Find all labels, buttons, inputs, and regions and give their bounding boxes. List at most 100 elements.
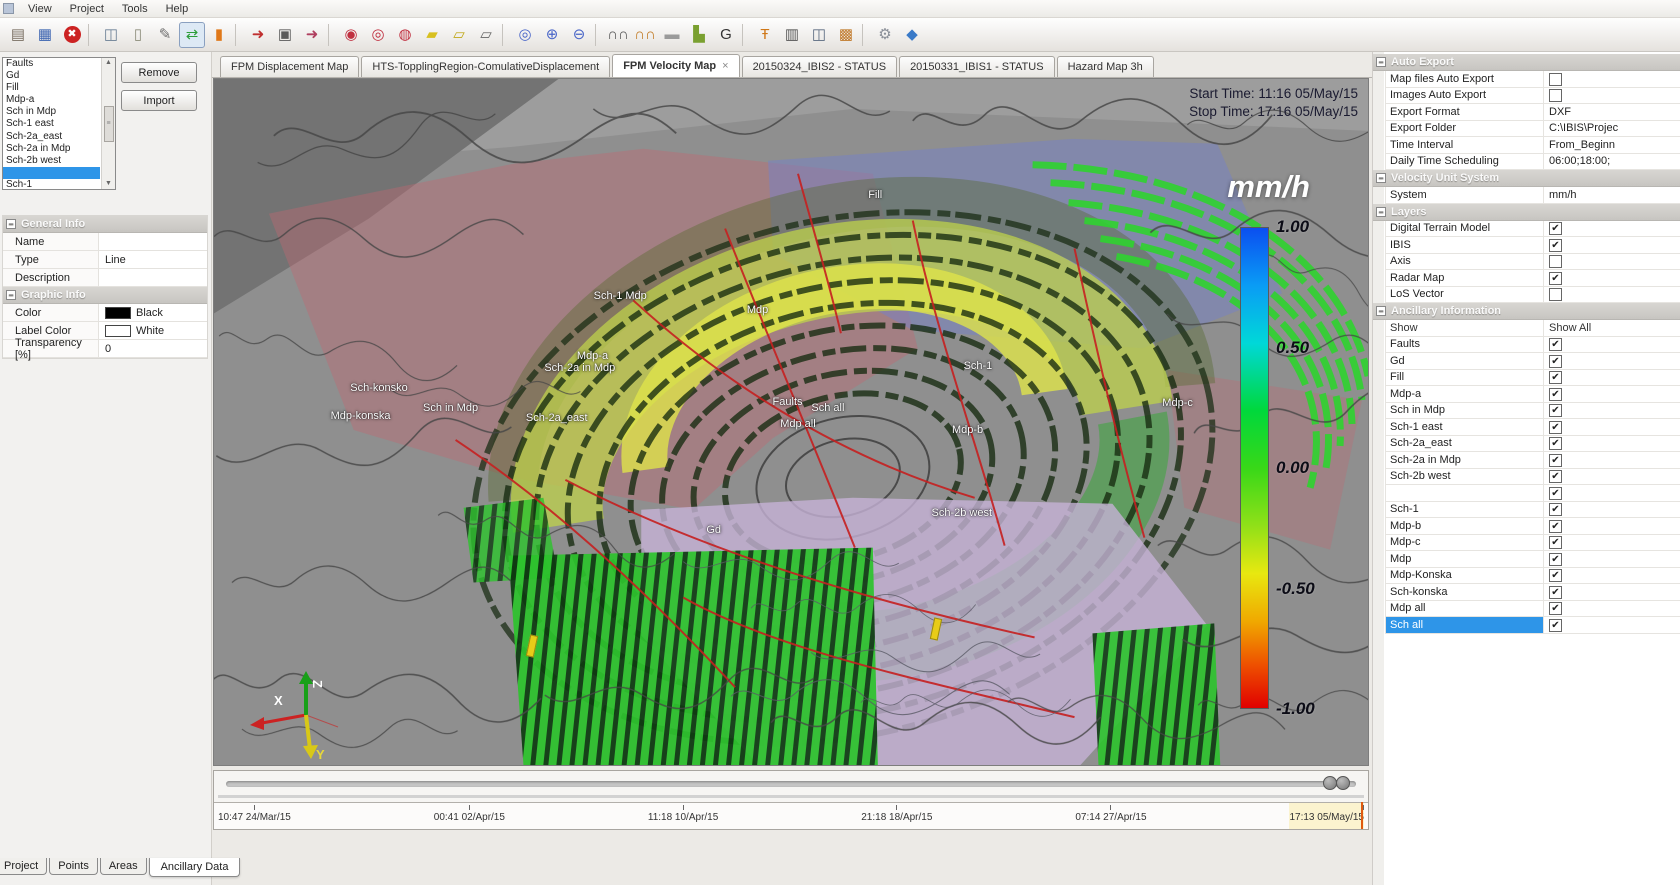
collapse-icon[interactable] <box>1376 173 1386 183</box>
settings-value[interactable] <box>1562 353 1680 369</box>
layer-list-item[interactable]: Gd <box>3 70 100 82</box>
checkbox[interactable] <box>1549 536 1562 549</box>
settings-row[interactable]: Mdp-Konska <box>1385 568 1680 585</box>
checkbox[interactable] <box>1549 404 1562 417</box>
select-g-icon[interactable]: G <box>713 22 739 48</box>
checkbox[interactable] <box>1549 288 1562 301</box>
zoom-select-icon[interactable]: ◎ <box>512 22 538 48</box>
layer-list-item[interactable]: Sch-1 <box>3 179 100 190</box>
area-outline-icon[interactable]: ▱ <box>473 22 499 48</box>
edit-document-icon[interactable]: ✎ <box>152 22 178 48</box>
checkbox[interactable] <box>1549 239 1562 252</box>
property-row[interactable]: Transparency [%] 0 <box>3 340 207 358</box>
settings-value[interactable] <box>1562 71 1680 87</box>
list-scrollbar[interactable] <box>101 58 115 189</box>
settings-value[interactable] <box>1562 617 1680 633</box>
add-point-icon[interactable]: ◉ <box>338 22 364 48</box>
property-value[interactable]: Line <box>99 251 207 268</box>
property-value[interactable]: White <box>99 322 207 339</box>
draw-area-icon[interactable]: ▰ <box>419 22 445 48</box>
section-header[interactable]: Velocity Unit System <box>1373 170 1680 187</box>
zoom-in-icon[interactable]: ⊕ <box>539 22 565 48</box>
settings-row[interactable]: Sch-1 <box>1385 502 1680 519</box>
checkbox[interactable] <box>1549 437 1562 450</box>
bottom-tab[interactable]: Points <box>49 858 98 875</box>
export-image-icon[interactable]: ➜ <box>299 22 325 48</box>
settings-row[interactable]: Mdp-c <box>1385 535 1680 552</box>
map-viewport[interactable]: FillSch-1 MdpMdpMdp-aSch-2a in MdpSch-1S… <box>213 78 1369 766</box>
menu-item[interactable]: View <box>19 1 61 17</box>
property-row[interactable]: Name <box>3 233 207 251</box>
checkbox[interactable] <box>1549 569 1562 582</box>
print-preview-icon[interactable]: ◫ <box>98 22 124 48</box>
menu-item[interactable]: Help <box>157 1 198 17</box>
timeline-handle-start[interactable] <box>1323 776 1337 790</box>
property-value[interactable]: 0 <box>99 340 207 357</box>
save-icon[interactable]: ▦ <box>32 22 58 48</box>
checkbox[interactable] <box>1549 222 1562 235</box>
help-diamond-icon[interactable]: ◆ <box>899 22 925 48</box>
timeline-track[interactable] <box>226 781 1356 787</box>
property-value[interactable] <box>99 269 207 286</box>
ancillary-layer-list[interactable]: FaultsGdFillMdp-aSch in MdpSch-1 eastSch… <box>2 57 116 190</box>
settings-value[interactable] <box>1562 254 1680 270</box>
settings-row[interactable]: Sch-konska <box>1385 584 1680 601</box>
scroll-up-icon[interactable] <box>105 59 112 67</box>
color-scale-icon[interactable]: ▮ <box>206 22 232 48</box>
binoculars-icon[interactable]: ∩∩ <box>605 22 631 48</box>
settings-row[interactable]: Sch-2a in Mdp <box>1385 452 1680 469</box>
scroll-down-icon[interactable] <box>105 180 112 188</box>
document-tab[interactable]: HTS-TopplingRegion-ComulativeDisplacemen… <box>361 56 610 77</box>
tab-close-icon[interactable]: × <box>722 60 728 72</box>
checkbox[interactable] <box>1549 470 1562 483</box>
settings-value[interactable]: mm/h <box>1544 187 1680 203</box>
settings-row[interactable]: Mdp-b <box>1385 518 1680 535</box>
settings-row[interactable]: Mdp all <box>1385 601 1680 618</box>
settings-value[interactable] <box>1562 370 1680 386</box>
settings-value[interactable] <box>1562 452 1680 468</box>
checkbox[interactable] <box>1549 586 1562 599</box>
settings-row[interactable]: Daily Time Scheduling 06:00;18:00; <box>1385 154 1680 171</box>
document-tab[interactable]: 20150331_IBIS1 - STATUS <box>899 56 1055 77</box>
bottom-tab[interactable]: Areas <box>100 858 147 875</box>
layer-list-item[interactable]: Sch-1 east <box>3 118 100 130</box>
settings-value[interactable]: 06:00;18:00; <box>1544 154 1680 170</box>
radar-device-icon[interactable]: ▣ <box>272 22 298 48</box>
settings-value[interactable] <box>1562 386 1680 402</box>
checkbox[interactable] <box>1549 89 1562 102</box>
settings-row[interactable]: Time Interval From_Beginn <box>1385 137 1680 154</box>
settings-row[interactable]: Sch-1 east <box>1385 419 1680 436</box>
clipboard-icon[interactable]: ▯ <box>125 22 151 48</box>
measure-icon[interactable]: Ŧ <box>752 22 778 48</box>
checkbox[interactable] <box>1549 338 1562 351</box>
settings-row[interactable]: Sch in Mdp <box>1385 403 1680 420</box>
settings-row[interactable] <box>1385 485 1680 502</box>
property-row[interactable]: Description <box>3 269 207 287</box>
binoculars-add-icon[interactable]: ∩∩ <box>632 22 658 48</box>
collapse-icon[interactable] <box>6 219 16 229</box>
settings-value[interactable] <box>1562 337 1680 353</box>
timeline-ruler[interactable]: 10:47 24/Mar/1500:41 02/Apr/1511:18 10/A… <box>214 802 1368 829</box>
settings-value[interactable] <box>1562 270 1680 286</box>
settings-row[interactable]: Export Folder C:\IBIS\Projec <box>1385 121 1680 138</box>
settings-value[interactable] <box>1562 403 1680 419</box>
checkbox[interactable] <box>1549 371 1562 384</box>
import-button[interactable]: Import <box>121 90 197 111</box>
settings-row[interactable]: Export Format DXF <box>1385 104 1680 121</box>
toolbar-separator[interactable] <box>88 24 95 46</box>
checkbox[interactable] <box>1549 553 1562 566</box>
settings-row[interactable]: Faults <box>1385 337 1680 354</box>
menu-item[interactable]: Project <box>61 1 113 17</box>
settings-value[interactable]: C:\IBIS\Projec <box>1544 121 1680 137</box>
zoom-point-icon[interactable]: ◍ <box>392 22 418 48</box>
scroll-thumb[interactable] <box>104 106 114 142</box>
layer-list-item[interactable] <box>3 167 100 179</box>
menu-item[interactable]: Tools <box>113 1 157 17</box>
section-header[interactable]: General Info <box>3 216 207 233</box>
toolbar-separator[interactable] <box>742 24 749 46</box>
bottom-tab[interactable]: Project <box>0 858 47 875</box>
time-cursor[interactable] <box>1361 802 1363 829</box>
settings-row[interactable]: IBIS <box>1385 237 1680 254</box>
layer-list-item[interactable]: Mdp-a <box>3 94 100 106</box>
open-project-icon[interactable]: ▤ <box>5 22 31 48</box>
